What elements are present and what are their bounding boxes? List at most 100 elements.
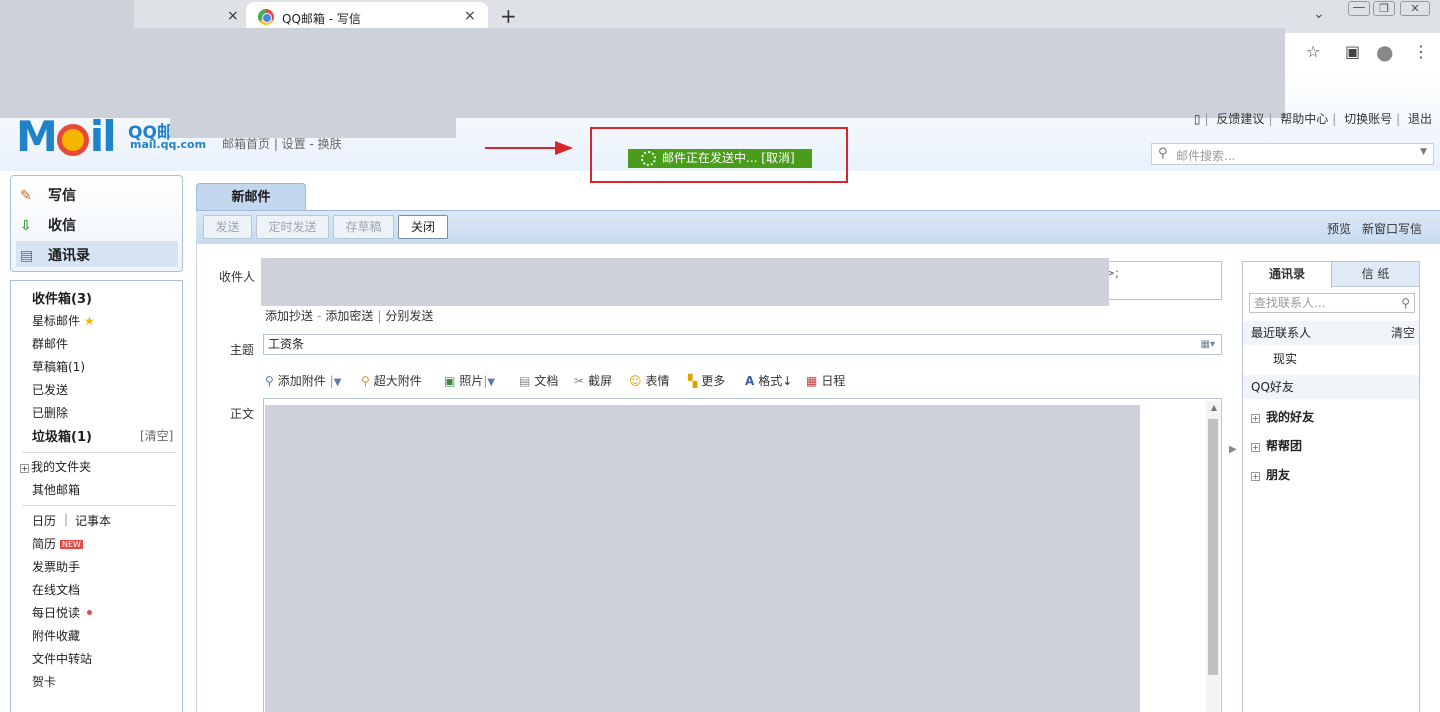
mail-search-input[interactable]: ⚲ 邮件搜索... ▼ [1151, 143, 1434, 165]
logout-link[interactable]: 退出 [1408, 112, 1432, 126]
large-attachment-button[interactable]: ⚲ 超大附件 [361, 372, 422, 389]
contacts-card-icon: ▤ [20, 248, 34, 264]
subject-input[interactable]: 工资条 ▦▾ [263, 334, 1222, 355]
link-separator: | [64, 512, 69, 526]
bookmark-star-icon[interactable]: ☆ [1306, 42, 1320, 61]
notes-link[interactable]: 记事本 [75, 512, 111, 529]
inbox-nav-label: 收信 [48, 218, 76, 234]
tab-close-icon[interactable]: × [464, 8, 476, 24]
calendar-icon: ▦ [806, 374, 818, 388]
tab-new-mail[interactable]: 新邮件 [196, 183, 306, 211]
recent-contacts-header: 最近联系人 清空 [1243, 321, 1419, 345]
file-transfer-link[interactable]: 文件中转站 [32, 650, 92, 667]
chevron-down-icon[interactable]: ▼ [1420, 147, 1427, 157]
feedback-link[interactable]: 反馈建议 [1216, 112, 1264, 126]
document-button[interactable]: ▤ 文档 [519, 372, 558, 389]
folder-deleted[interactable]: 已删除 [32, 404, 68, 421]
annotation-arrow-head [555, 141, 573, 155]
help-center-link[interactable]: 帮助中心 [1280, 112, 1328, 126]
tab-stationery[interactable]: 信 纸 [1332, 262, 1419, 288]
add-attachment-button[interactable]: ⚲ 添加附件 |▼ [265, 372, 341, 389]
clear-recent-link[interactable]: 清空 [1391, 321, 1415, 345]
recent-contacts-label: 最近联系人 [1251, 326, 1312, 340]
contacts-nav-item[interactable]: ▤ 通讯录 [20, 245, 90, 265]
online-docs-link[interactable]: 在线文档 [32, 581, 80, 598]
search-icon: ⚲ [1401, 296, 1410, 310]
restore-button[interactable]: ❐ [1373, 1, 1395, 16]
daily-reading-link[interactable]: 每日悦读 [32, 604, 93, 621]
photo-icon: ▣ [444, 374, 456, 388]
preview-link[interactable]: 预览 [1327, 220, 1351, 237]
folder-drafts[interactable]: 草稿箱(1) [32, 358, 85, 375]
search-placeholder: 邮件搜索... [1176, 149, 1236, 163]
tab-close-icon[interactable]: × [227, 8, 239, 24]
folder-sent[interactable]: 已发送 [32, 381, 68, 398]
scroll-up-arrow-icon[interactable]: ▲ [1211, 403, 1217, 412]
large-attachment-icon: ⚲ [361, 374, 370, 388]
logo-url: mail.qq.com [130, 138, 207, 151]
search-icon: ⚲ [1158, 146, 1168, 161]
screenshot-button[interactable]: ✂ 截屏 [574, 372, 612, 389]
inbox-nav-item[interactable]: ⇩ 收信 [20, 215, 76, 235]
unread-dot-icon [87, 610, 93, 615]
save-draft-button[interactable]: 存草稿 [333, 215, 394, 239]
resume-link[interactable]: 简历 NEW [32, 535, 83, 552]
separate-send-link[interactable]: 分别发送 [385, 309, 433, 323]
new-window-compose-link[interactable]: 新窗口写信 [1362, 220, 1422, 237]
close-window-button[interactable]: ✕ [1400, 1, 1430, 16]
annotation-arrow [485, 147, 557, 149]
attachment-favorites-link[interactable]: 附件收藏 [32, 627, 80, 644]
sending-status-text: 邮件正在发送中... [取消] [662, 151, 795, 165]
collapse-panel-arrow-icon[interactable]: ▶ [1229, 444, 1237, 455]
greeting-card-link[interactable]: 贺卡 [32, 673, 56, 690]
group-friends[interactable]: + 朋友 [1251, 466, 1290, 483]
photo-label: 照片 [459, 374, 484, 388]
tab-address-book[interactable]: 通讯录 [1243, 262, 1332, 288]
calendar-link[interactable]: 日历 [32, 512, 56, 529]
my-folders-toggle[interactable]: + 我的文件夹 [20, 458, 91, 475]
emoji-label: 表情 [645, 374, 670, 388]
side-panel-icon[interactable]: ▣ [1345, 42, 1360, 61]
group-helpers[interactable]: + 帮帮团 [1251, 437, 1302, 454]
send-button[interactable]: 发送 [203, 215, 252, 239]
recipient-options: 添加抄送 - 添加密送 | 分别发送 [265, 309, 434, 323]
other-mailbox-link[interactable]: 其他邮箱 [32, 481, 80, 498]
contact-item[interactable]: 现实 [1243, 347, 1419, 371]
pen-icon: ✎ [20, 188, 32, 204]
junk-clear-link[interactable]: [清空] [140, 427, 173, 444]
folder-inbox[interactable]: 收件箱(3) [32, 288, 92, 307]
scheduled-send-button[interactable]: 定时发送 [256, 215, 329, 239]
format-button[interactable]: A 格式↓ [745, 372, 792, 389]
close-button[interactable]: 关闭 [398, 215, 448, 239]
emoji-button[interactable]: ☺ 表情 [629, 372, 670, 389]
sending-status-banner[interactable]: 邮件正在发送中... [取消] [628, 149, 812, 168]
compose-nav-item[interactable]: ✎ 写信 [20, 185, 76, 205]
daily-reading-label: 每日悦读 [32, 606, 81, 620]
chevron-down-icon[interactable]: ▼ [334, 377, 342, 388]
chevron-down-icon[interactable]: ▼ [487, 377, 495, 388]
add-cc-link[interactable]: 添加抄送 [265, 309, 313, 323]
folder-starred[interactable]: 星标邮件 ★ [32, 312, 95, 329]
notepad-icon[interactable]: ▯ [1194, 112, 1201, 126]
invoice-helper-link[interactable]: 发票助手 [32, 558, 80, 575]
menu-kebab-icon[interactable]: ⋮ [1413, 42, 1429, 61]
schedule-button[interactable]: ▦ 日程 [806, 372, 845, 389]
tab-search-chevron-icon[interactable]: ⌄ [1313, 6, 1325, 22]
group-my-friends[interactable]: + 我的好友 [1251, 408, 1314, 425]
folder-junk[interactable]: 垃圾箱(1) [32, 426, 92, 445]
switch-account-link[interactable]: 切换账号 [1344, 112, 1392, 126]
group-label: 我的好友 [1266, 410, 1315, 424]
profile-avatar-icon[interactable]: ● [1376, 40, 1393, 64]
qq-mail-logo[interactable]: Mil [16, 116, 117, 158]
photo-button[interactable]: ▣ 照片|▼ [444, 372, 495, 389]
minimize-button[interactable]: — [1348, 1, 1370, 16]
subject-style-grid-icon[interactable]: ▦▾ [1201, 335, 1215, 354]
more-button[interactable]: ▚ 更多 [688, 372, 725, 389]
editor-scrollbar-thumb[interactable] [1208, 419, 1218, 675]
contact-search-input[interactable]: 查找联系人... ⚲ [1249, 293, 1415, 313]
add-bcc-link[interactable]: 添加密送 [325, 309, 373, 323]
loading-spinner-icon [641, 151, 656, 166]
new-tab-button[interactable]: + [500, 4, 517, 28]
subject-value: 工资条 [268, 337, 305, 351]
folder-group-mail[interactable]: 群邮件 [32, 335, 68, 352]
